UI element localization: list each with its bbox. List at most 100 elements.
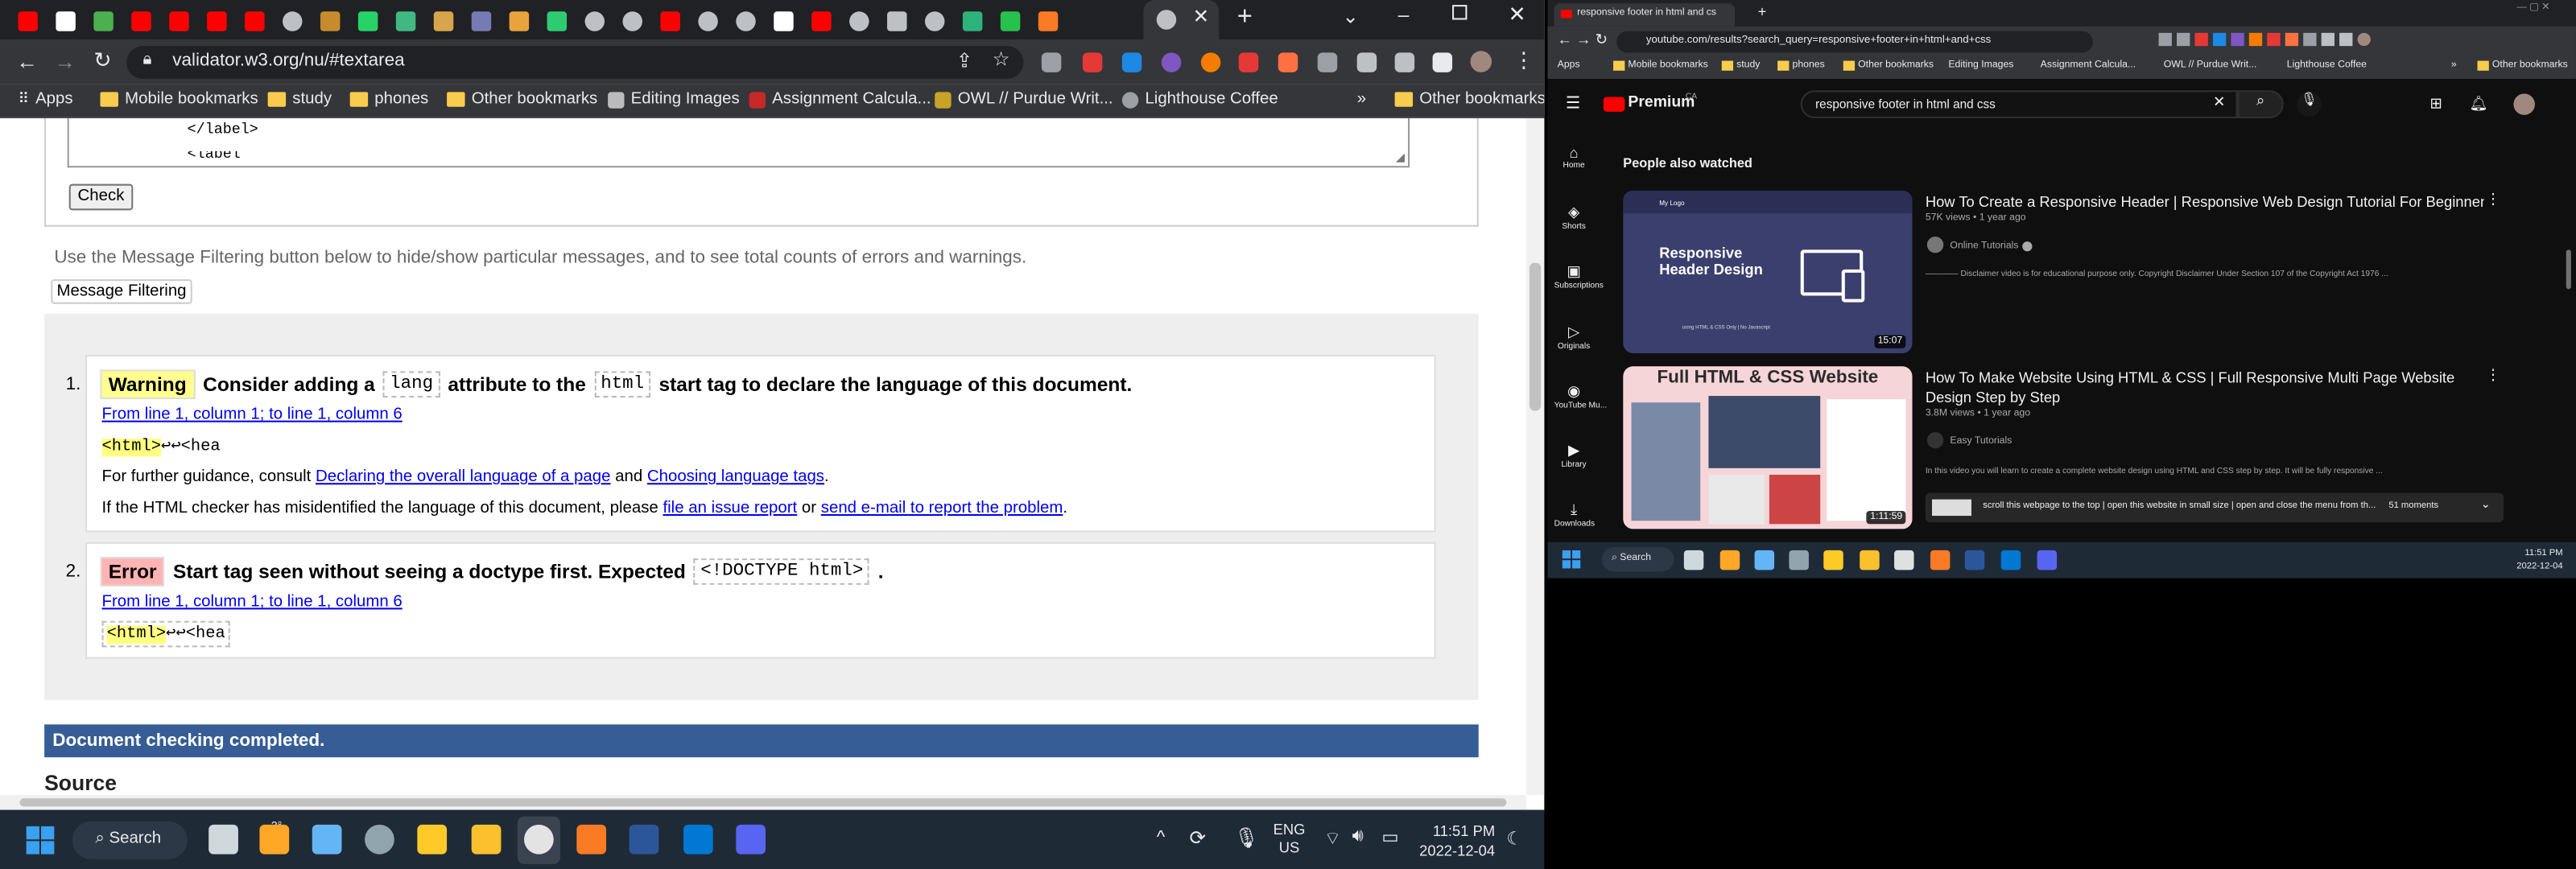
bookmark-lighthouse[interactable]: Lighthouse Coffee [2287,61,2367,71]
chevron-down-icon[interactable]: ⌄ [2481,498,2491,511]
bookmark-other-right[interactable]: Other bookmarks [2477,60,2568,71]
tab-google[interactable] [691,6,724,35]
bookmark-assignment[interactable]: Assignment Calcula... [2041,61,2136,71]
guidance-link[interactable]: Declaring the overall language of a page [316,468,610,486]
bookmark-star-icon[interactable]: ☆ [993,47,1010,71]
chrome-icon[interactable] [1894,550,1914,570]
resize-handle-icon[interactable]: ◢ [1396,151,1405,164]
media-icon[interactable] [1394,52,1415,72]
bookmark-apps[interactable]: ⠿ Apps [18,90,72,108]
tab-google[interactable] [616,6,649,35]
back-icon[interactable]: ← [16,49,38,74]
clock[interactable]: 11:51 PM 2022-12-04 [1413,822,1495,861]
video-title[interactable]: How To Make Website Using HTML & CSS | F… [1926,368,2467,407]
tab-youtube[interactable] [163,6,196,35]
word-icon[interactable] [1964,550,1985,570]
location-link[interactable]: From line 1, column 1; to line 1, column… [102,593,402,611]
message-filtering-button[interactable]: Message Filtering [51,279,192,304]
taskbar-search[interactable]: ⌕ Search [72,821,188,859]
windows-start-icon[interactable] [26,826,55,855]
channel-name[interactable]: Online Tutorials [1950,241,2018,251]
tab-google[interactable] [578,6,611,35]
key-moments-bar[interactable]: scroll this webpage to the top | open th… [1925,492,2504,523]
close-tab-icon[interactable]: ✕ [1193,5,1210,28]
tab-DIL[interactable] [767,6,800,35]
microphone-icon[interactable]: 🎙︎ [1234,826,1259,850]
extension-icon[interactable] [1041,52,1062,72]
file-explorer-icon[interactable] [1860,550,1880,570]
scrollbar-thumb[interactable] [1529,262,1542,411]
youtube-logo-icon[interactable] [1603,97,1625,112]
bookmark-editing-images[interactable]: Editing Images [608,90,740,109]
tab-w[interactable] [540,6,573,35]
send-email-link[interactable]: send e-mail to report the problem [821,500,1063,517]
tab-generic[interactable] [314,6,347,35]
more-options-icon[interactable]: ⋮ [2486,366,2500,384]
channel-name[interactable]: Easy Tutorials [1950,437,2012,447]
forward-icon[interactable]: → [54,49,76,74]
avatar[interactable] [2513,93,2535,115]
youtube-search-input[interactable]: responsive footer in html and css [1800,90,2238,118]
tab-generic[interactable] [427,6,460,35]
file-explorer-icon[interactable] [471,824,502,855]
extension-icon[interactable] [1238,52,1259,72]
scrollbar-thumb[interactable] [2566,249,2571,290]
channel-avatar[interactable] [1926,236,1944,253]
avatar[interactable] [1470,51,1492,72]
restore-icon[interactable] [1452,5,1468,20]
bookmark-apps[interactable]: Apps [1558,61,1580,71]
word-icon[interactable] [629,824,659,855]
tab-generic[interactable] [881,6,914,35]
share-icon[interactable]: ⇪ [956,49,973,72]
weather-icon[interactable] [259,824,290,855]
bookmark-lighthouse[interactable]: Lighthouse Coffee [1121,90,1278,109]
tab-generic[interactable] [87,6,120,35]
taskbar-search[interactable]: ⌕ Search [1601,546,1674,572]
vscode-icon[interactable] [2000,550,2021,570]
windows-start-icon[interactable] [1562,550,1581,569]
window-controls[interactable]: — ▢ ✕ [2517,2,2550,13]
bookmark-phones[interactable]: phones [349,90,428,109]
hamburger-menu-icon[interactable]: ☰ [1566,95,1580,113]
new-tab-button[interactable]: + [1237,3,1253,33]
tab-youtube[interactable] [200,6,233,35]
voice-search-icon[interactable]: 🎙︎ [2297,92,2322,117]
chevron-up-icon[interactable]: ^ [1157,828,1166,847]
calendar-icon[interactable] [417,824,448,855]
tab-xampp[interactable] [1032,6,1065,35]
tab-generic[interactable] [956,6,989,35]
vertical-scrollbar[interactable] [1525,117,1545,796]
bookmark-other-right[interactable]: Other bookmarks [1394,90,1544,109]
bookmark-mobile[interactable]: Mobile bookmarks [1613,60,1708,71]
wifi-icon[interactable]: ⌔ [1324,828,1341,851]
tab-generic[interactable] [994,6,1027,35]
source-textarea[interactable]: </label> <label ◢ [67,117,1410,168]
sidepanel-icon[interactable] [1432,52,1453,72]
bookmark-owl[interactable]: OWL // Purdue Writ... [2164,61,2257,71]
tab-youtube[interactable] [805,6,838,35]
bookmarks-overflow[interactable]: » [1357,90,1366,108]
tab-chrome[interactable] [843,6,876,35]
xampp-icon[interactable] [576,824,607,855]
video-thumbnail[interactable]: My Logo Responsive Header Design using H… [1623,190,1913,353]
extension-icon[interactable] [1161,52,1182,72]
tab-vuetify[interactable] [390,6,423,35]
photos-icon[interactable] [312,824,342,855]
tab-youtube[interactable] [238,6,271,35]
create-icon[interactable]: ⊞ [2429,95,2442,113]
close-window-icon[interactable]: ✕ [1508,2,1525,28]
tab-php[interactable] [465,6,498,35]
reload-icon[interactable]: ↻ [93,47,111,74]
tab-youtube[interactable] [125,6,158,35]
search-button[interactable]: ⌕ [2237,90,2284,118]
xampp-icon[interactable] [1930,550,1951,570]
scrollbar-thumb[interactable] [19,798,1507,807]
clock[interactable]: 11:51 PM 2022-12-04 [2497,547,2562,574]
horizontal-scrollbar[interactable] [0,795,1526,810]
tab-youtube[interactable]: responsive footer in html and cs [1554,3,1736,27]
sync-icon[interactable]: ⟳ [1190,826,1207,850]
bookmark-owl[interactable]: OWL // Purdue Writ... [935,90,1113,109]
volume-icon[interactable]: 🔊︎ [1352,826,1364,848]
channel-avatar[interactable] [1926,431,1944,449]
tab-whatsapp[interactable] [352,6,385,35]
